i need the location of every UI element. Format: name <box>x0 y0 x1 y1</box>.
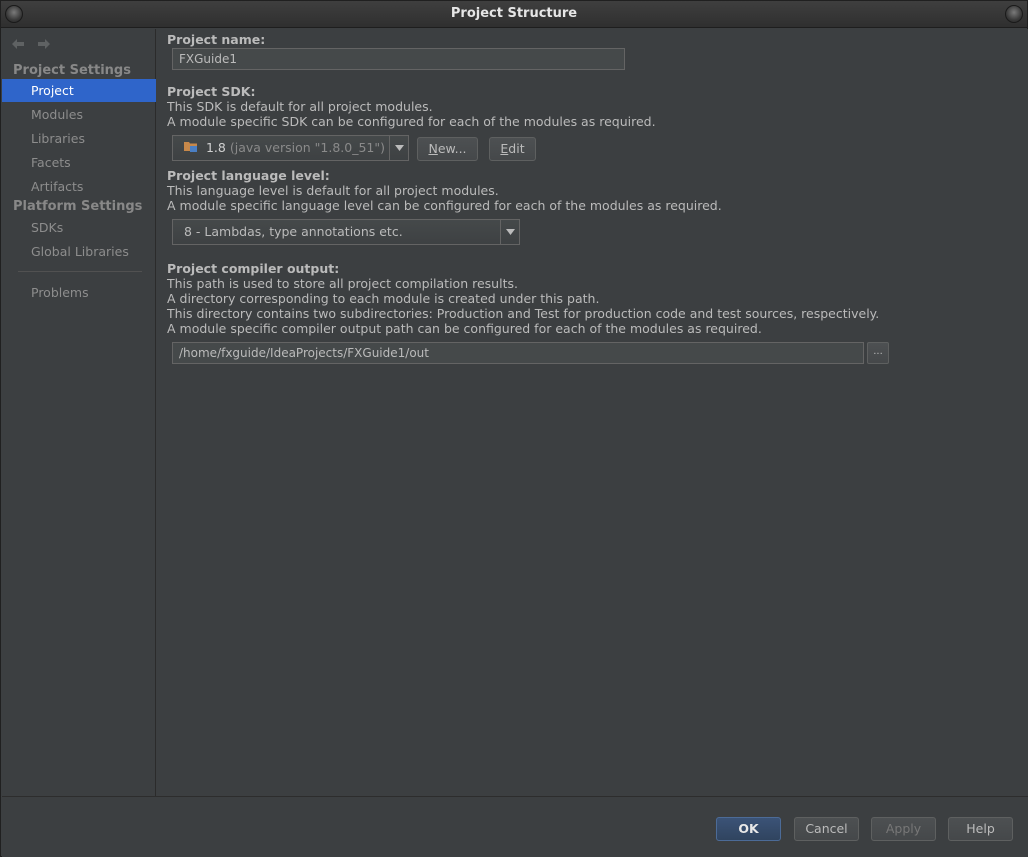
project-settings-panel: Project name: FXGuide1 Project SDK: This… <box>157 29 1028 796</box>
sidebar: Project Settings Project Modules Librari… <box>2 29 156 796</box>
sidebar-divider <box>18 271 142 272</box>
sidebar-item-artifacts[interactable]: Artifacts <box>2 175 156 198</box>
chevron-down-icon[interactable] <box>500 220 519 244</box>
window-title: Project Structure <box>450 6 578 21</box>
forward-arrow-icon[interactable] <box>36 36 52 52</box>
compiler-output-path-input[interactable]: /home/fxguide/IdeaProjects/FXGuide1/out <box>172 342 864 364</box>
chevron-down-icon[interactable] <box>389 136 408 160</box>
sdk-folder-icon <box>183 137 199 161</box>
cancel-button[interactable]: Cancel <box>794 817 859 841</box>
project-name-label: Project name: <box>167 32 266 47</box>
language-level-value: 8 - Lambdas, type annotations etc. <box>184 224 403 239</box>
compiler-output-desc-2: A directory corresponding to each module… <box>167 291 600 306</box>
browse-button[interactable]: ... <box>867 342 889 364</box>
ok-button[interactable]: OK <box>716 817 781 841</box>
section-project-settings: Project Settings <box>13 63 131 78</box>
compiler-output-desc-1: This path is used to store all project c… <box>167 276 518 291</box>
back-arrow-icon[interactable] <box>10 36 26 52</box>
compiler-output-desc-3: This directory contains two subdirectori… <box>167 306 880 321</box>
sidebar-item-global-libraries[interactable]: Global Libraries <box>2 240 156 263</box>
help-button[interactable]: Help <box>948 817 1013 841</box>
nav-arrows <box>10 36 52 52</box>
new-button-text: ew... <box>437 141 467 156</box>
new-button-mnemonic: N <box>428 141 438 156</box>
edit-button-text: dit <box>508 141 525 156</box>
title-bar: Project Structure <box>1 1 1027 28</box>
language-level-desc-1: This language level is default for all p… <box>167 183 499 198</box>
window-menu-button[interactable] <box>5 5 23 23</box>
sidebar-item-project[interactable]: Project <box>2 79 156 102</box>
section-platform-settings: Platform Settings <box>13 199 143 214</box>
project-sdk-label: Project SDK: <box>167 84 256 99</box>
apply-button[interactable]: Apply <box>871 817 936 841</box>
project-sdk-dropdown[interactable]: 1.8 (java version "1.8.0_51") <box>172 135 409 161</box>
sidebar-item-problems[interactable]: Problems <box>2 281 156 304</box>
sidebar-item-facets[interactable]: Facets <box>2 151 156 174</box>
project-structure-window: Project Structure Project Settings Proje… <box>0 0 1028 857</box>
sidebar-item-sdks[interactable]: SDKs <box>2 216 156 239</box>
sdk-version: 1.8 <box>205 140 226 155</box>
compiler-output-label: Project compiler output: <box>167 261 340 276</box>
edit-sdk-button[interactable]: Edit <box>489 137 536 161</box>
dialog-footer: OK Cancel Apply Help <box>2 796 1028 857</box>
sidebar-item-modules[interactable]: Modules <box>2 103 156 126</box>
language-level-label: Project language level: <box>167 168 330 183</box>
project-name-input[interactable]: FXGuide1 <box>172 48 625 70</box>
sidebar-item-libraries[interactable]: Libraries <box>2 127 156 150</box>
window-close-button[interactable] <box>1005 5 1023 23</box>
language-level-desc-2: A module specific language level can be … <box>167 198 722 213</box>
project-sdk-desc-1: This SDK is default for all project modu… <box>167 99 433 114</box>
compiler-output-desc-4: A module specific compiler output path c… <box>167 321 762 336</box>
sdk-version-detail: (java version "1.8.0_51") <box>229 140 385 155</box>
new-sdk-button[interactable]: New... <box>417 137 478 161</box>
language-level-dropdown[interactable]: 8 - Lambdas, type annotations etc. <box>172 219 520 245</box>
project-sdk-desc-2: A module specific SDK can be configured … <box>167 114 656 129</box>
